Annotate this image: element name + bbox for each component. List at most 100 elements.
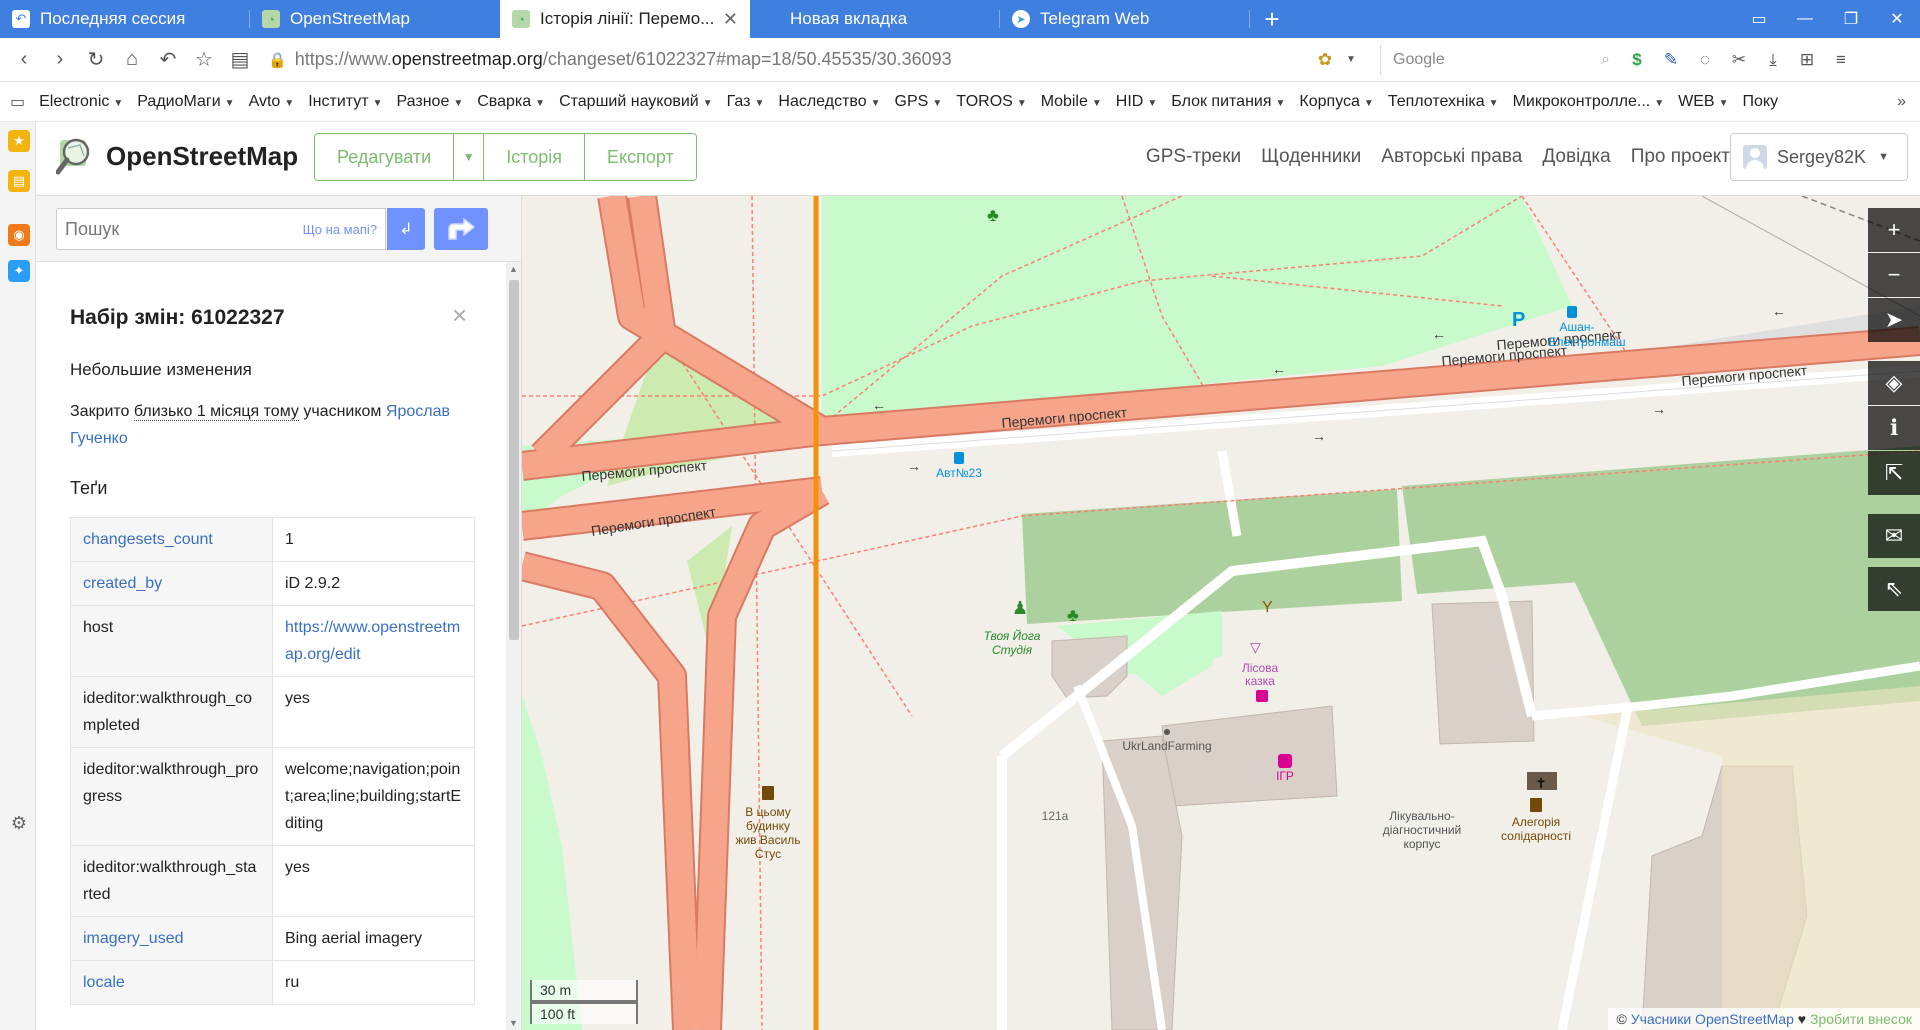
close-window-icon[interactable]: ✕	[1874, 0, 1920, 38]
edit-button[interactable]: Редагувати	[315, 134, 455, 180]
search-submit-button[interactable]: ↲	[387, 208, 425, 250]
bookmark-folder[interactable]: Газ ▼	[727, 93, 765, 111]
zoom-out-button[interactable]: −	[1868, 253, 1920, 297]
restore-icon[interactable]: ❐	[1828, 0, 1874, 38]
layers-button[interactable]: ◈	[1868, 361, 1920, 405]
bee-extension-icon[interactable]: ✿	[1308, 44, 1342, 76]
bookmark-folder[interactable]: РадиоМаги ▼	[137, 93, 234, 111]
tag-row: created_by iD 2.9.2	[70, 561, 475, 606]
undo-icon[interactable]: ↶	[152, 44, 184, 76]
legend-button[interactable]: ℹ	[1868, 406, 1920, 450]
bookmarks-panel-icon[interactable]: ▭	[10, 92, 25, 112]
close-tab-icon[interactable]: ✕	[723, 9, 738, 30]
sidebar-toggle-icon[interactable]: ▭	[1736, 0, 1782, 38]
chevron-right-icon[interactable]: »	[1897, 93, 1920, 111]
address-bar[interactable]: 🔒 https://www. openstreetmap.org/changese…	[268, 45, 1308, 75]
bookmark-folder[interactable]: HID ▼	[1116, 93, 1157, 111]
download-icon[interactable]: ⤓	[1756, 44, 1790, 76]
bookmark-folder[interactable]: Корпуса ▼	[1299, 93, 1373, 111]
directions-button[interactable]	[434, 208, 488, 250]
bookmark-folder[interactable]: Інститут ▼	[308, 93, 382, 111]
forward-icon[interactable]: ›	[44, 44, 76, 76]
tab-new-tab[interactable]: Новая вкладка	[750, 0, 1000, 38]
osm-contributors-link[interactable]: Учасники OpenStreetMap	[1631, 1011, 1794, 1027]
bookmark-folder[interactable]: WEB ▼	[1678, 93, 1728, 111]
chevron-down-icon: ▼	[1147, 97, 1158, 109]
bookmark-folder[interactable]: Микроконтролле... ▼	[1513, 93, 1665, 111]
tab-openstreetmap[interactable]: ◔ OpenStreetMap	[250, 0, 500, 38]
chevron-down-icon[interactable]: ▼	[1342, 44, 1360, 76]
bookmark-folder[interactable]: Avto ▼	[249, 93, 295, 111]
scroll-up-icon[interactable]: ▲	[509, 264, 518, 274]
bookmark-folder[interactable]: Блок питания ▼	[1171, 93, 1285, 111]
web-search-field[interactable]: Google ⌕	[1380, 44, 1620, 75]
export-button[interactable]: Експорт	[585, 134, 696, 180]
history-button[interactable]: Історія	[484, 134, 585, 180]
close-icon[interactable]: ×	[452, 300, 467, 331]
scroll-down-icon[interactable]: ▼	[509, 1018, 518, 1028]
bookmark-folder[interactable]: GPS ▼	[895, 93, 943, 111]
brush-extension-icon[interactable]: ✎	[1654, 44, 1688, 76]
share-button[interactable]: ⇱	[1868, 451, 1920, 495]
home-icon[interactable]: ⌂	[116, 44, 148, 76]
poi-label: Студія	[992, 643, 1033, 657]
tab-title: Новая вкладка	[790, 9, 908, 28]
chat-extension-icon[interactable]: ◌	[1688, 44, 1722, 76]
reader-icon[interactable]: ▤	[224, 44, 256, 76]
map-canvas[interactable]: ← ← ← ← → → → Перемоги проспект Перемоги…	[522, 196, 1920, 1030]
nav-about[interactable]: Про проект	[1631, 146, 1730, 168]
settings-gear-icon[interactable]: ⚙	[8, 812, 30, 834]
nav-copyright[interactable]: Авторські права	[1381, 146, 1522, 168]
tag-value[interactable]: https://www.openstreetmap.org/edit	[272, 605, 475, 677]
bookmark-folder[interactable]: Разное ▼	[397, 93, 464, 111]
nav-gps-traces[interactable]: GPS-треки	[1146, 146, 1241, 168]
menu-icon[interactable]: ≡	[1824, 44, 1858, 76]
bookmark-folder[interactable]: Наследство ▼	[778, 93, 880, 111]
add-note-button[interactable]: ✉	[1868, 514, 1920, 558]
bookmark-folder[interactable]: Electronic ▼	[39, 93, 123, 111]
new-tab-button[interactable]: +	[1250, 0, 1294, 38]
zoom-in-button[interactable]: +	[1868, 208, 1920, 252]
bookmark-folder[interactable]: TOROS ▼	[956, 93, 1027, 111]
nav-diaries[interactable]: Щоденники	[1261, 146, 1361, 168]
bookmark-folder[interactable]: Сварка ▼	[477, 93, 545, 111]
scale-bar: 30 m 100 ft	[530, 980, 638, 1024]
bookmark-folder[interactable]: Старший науковий ▼	[559, 93, 713, 111]
favorites-icon[interactable]: ★	[8, 130, 30, 152]
bulb-icon[interactable]: ✦	[8, 260, 30, 282]
scrollbar-thumb[interactable]	[509, 280, 519, 640]
locate-button[interactable]: ➤	[1868, 298, 1920, 342]
tag-key[interactable]: locale	[70, 960, 273, 1005]
tab-telegram[interactable]: ➤ Telegram Web	[1000, 0, 1250, 38]
reload-icon[interactable]: ↻	[80, 44, 112, 76]
tag-key[interactable]: created_by	[70, 561, 273, 606]
donate-link[interactable]: Зробити внесок	[1810, 1011, 1912, 1027]
tab-line-history[interactable]: ◔ Історія лінії: Перемо... ✕	[500, 0, 750, 38]
cut-icon[interactable]: ✂	[1722, 44, 1756, 76]
tab-last-session[interactable]: ↶ Последняя сессия	[0, 0, 250, 38]
bookmark-folder[interactable]: Поку	[1743, 93, 1779, 111]
osm-logo[interactable]: OpenStreetMap	[55, 136, 298, 176]
map-view[interactable]: ← ← ← ← → → → Перемоги проспект Перемоги…	[522, 196, 1920, 1030]
notes-icon[interactable]: ▤	[8, 170, 30, 192]
star-icon[interactable]: ☆	[188, 44, 220, 76]
grid-icon[interactable]: ⊞	[1790, 44, 1824, 76]
whats-here-link[interactable]: Що на мапі?	[303, 222, 377, 237]
bookmark-folder[interactable]: Mobile ▼	[1041, 93, 1102, 111]
closed-time: близько 1 місяця тому	[133, 403, 299, 421]
query-features-button[interactable]: ⇖	[1868, 567, 1920, 611]
search-input[interactable]	[65, 218, 285, 240]
sidebar-scrollbar[interactable]: ▲ ▼	[506, 262, 521, 1030]
edit-dropdown-chevron-icon[interactable]: ▼	[454, 134, 485, 180]
dollar-extension-icon[interactable]: $	[1620, 44, 1654, 76]
minimize-icon[interactable]: —	[1782, 0, 1828, 38]
nav-help[interactable]: Довідка	[1542, 146, 1610, 168]
tag-key[interactable]: changesets_count	[70, 517, 273, 562]
bookmark-folder[interactable]: Теплотехніка ▼	[1388, 93, 1499, 111]
toy-shop-icon	[1278, 754, 1292, 768]
rss-icon[interactable]: ◉	[8, 224, 30, 246]
poi-label: Електронмаш	[1548, 335, 1625, 349]
back-icon[interactable]: ‹	[8, 44, 40, 76]
tag-key[interactable]: imagery_used	[70, 916, 273, 961]
user-menu-button[interactable]: Sergey82K ▼	[1730, 133, 1908, 181]
